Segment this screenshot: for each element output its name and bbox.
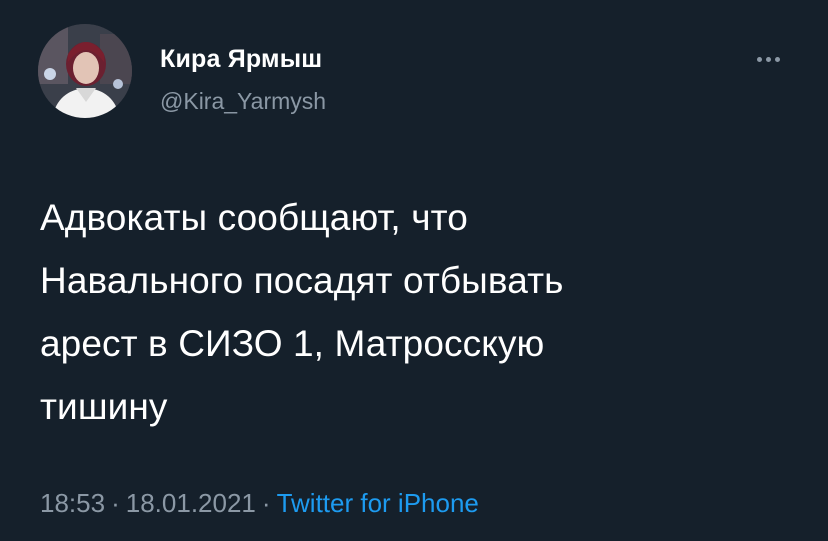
tweet-date[interactable]: 18.01.2021 [126,488,256,518]
meta-separator: · [111,488,120,518]
more-options-icon[interactable] [754,52,784,66]
tweet-text-line: Адвокаты сообщают, что [40,197,468,238]
tweet-text-line: тишину [40,386,168,427]
avatar[interactable] [38,24,132,118]
tweet-meta: 18:53 · 18.01.2021 · Twitter for iPhone [40,486,479,520]
tweet-text: Адвокаты сообщают, что Навального посадя… [40,186,760,438]
tweet-time[interactable]: 18:53 [40,488,105,518]
meta-separator: · [261,488,271,518]
tweet-source-link[interactable]: Twitter for iPhone [277,488,479,518]
avatar-photo [38,24,132,118]
author-handle[interactable]: @Kira_Yarmysh [160,87,326,115]
author-display-name[interactable]: Кира Ярмыш [160,44,322,74]
more-dot [775,57,780,62]
more-dot [766,57,771,62]
tweet-text-line: арест в СИЗО 1, Матросскую [40,323,545,364]
tweet-text-line: Навального посадят отбывать [40,260,564,301]
more-dot [757,57,762,62]
tweet-card: Кира Ярмыш @Kira_Yarmysh Адвокаты сообща… [0,0,828,541]
